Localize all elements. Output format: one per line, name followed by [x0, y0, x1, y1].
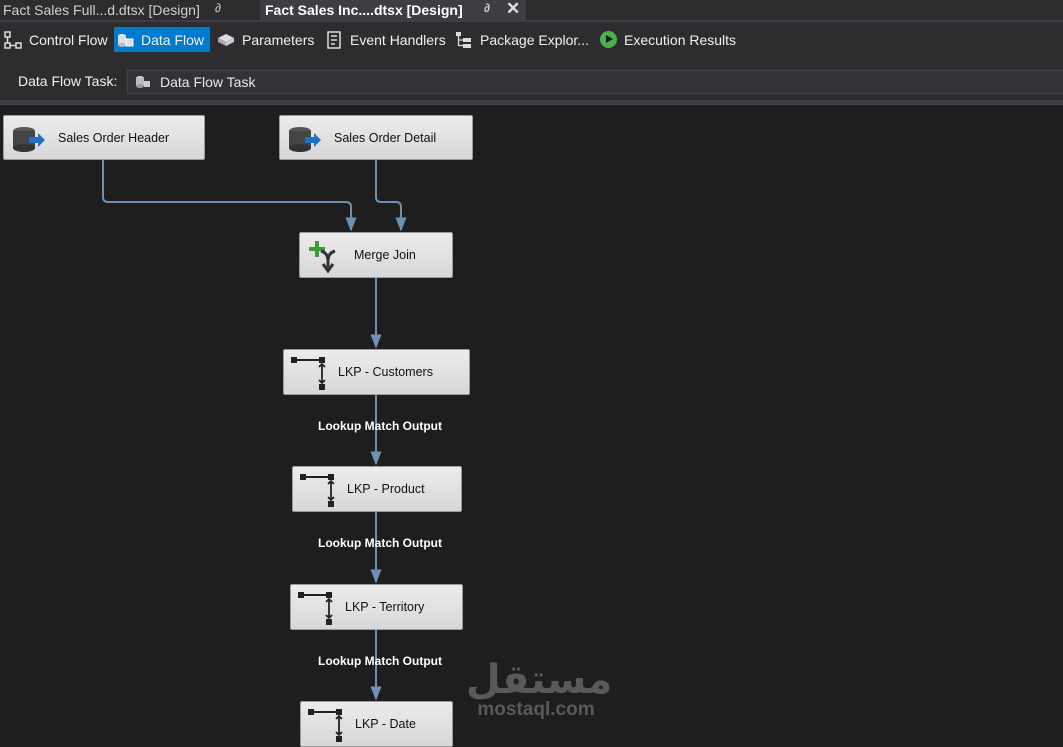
merge-join-icon: [309, 241, 336, 273]
data-flow-task-icon: [134, 74, 152, 90]
tab-control-flow[interactable]: Control Flow: [2, 27, 114, 52]
watermark-latin: mostaql.com: [477, 699, 595, 720]
ole-db-source-icon: [289, 127, 321, 152]
path-connectors: [102, 160, 407, 701]
parameters-icon: [215, 30, 237, 50]
tab-label: Execution Results: [624, 31, 737, 48]
event-handlers-icon: [323, 30, 345, 50]
pin-icon[interactable]: ∂: [215, 1, 221, 15]
lookup-icon: [300, 474, 335, 507]
tab-label: Control Flow: [29, 31, 108, 48]
document-tab-fact-sales-full[interactable]: Fact Sales Full...d.dtsx [Design] ∂: [0, 0, 258, 20]
component-label: Merge Join: [354, 248, 416, 262]
watermark: مستقل mostaql.com: [466, 657, 613, 720]
lookup-icon: [298, 592, 333, 625]
watermark-arabic: مستقل: [466, 657, 613, 703]
component-lkp-customers[interactable]: LKP - Customers: [283, 349, 470, 395]
component-sales-order-detail[interactable]: Sales Order Detail: [279, 115, 473, 160]
tab-execution-results[interactable]: Execution Results: [597, 27, 742, 52]
component-sales-order-header[interactable]: Sales Order Header: [3, 115, 205, 160]
tab-label: Parameters: [242, 31, 315, 48]
lookup-icon: [308, 709, 343, 742]
component-label: LKP - Customers: [338, 365, 433, 379]
lookup-icon: [291, 357, 326, 390]
component-label: LKP - Date: [355, 717, 416, 731]
ole-db-source-icon: [13, 127, 45, 152]
document-tab-fact-sales-inc[interactable]: Fact Sales Inc....dtsx [Design] ∂ ✕: [260, 0, 526, 20]
component-label: Sales Order Detail: [334, 131, 437, 145]
component-lkp-date[interactable]: LKP - Date: [300, 701, 453, 747]
tab-label: Data Flow: [141, 31, 205, 48]
document-tab-title: Fact Sales Full...d.dtsx [Design]: [3, 2, 200, 18]
data-flow-task-label: Data Flow Task:: [18, 73, 118, 89]
path-detail-to-merge: [375, 160, 407, 232]
package-explorer-icon: [453, 30, 475, 50]
pin-icon[interactable]: ∂: [484, 1, 490, 15]
data-flow-task-dropdown[interactable]: Data Flow Task: [127, 70, 1063, 94]
component-label: LKP - Product: [347, 482, 425, 496]
tab-data-flow[interactable]: Data Flow: [114, 27, 211, 52]
tab-parameters[interactable]: Parameters: [215, 27, 320, 52]
component-label: LKP - Territory: [345, 600, 425, 614]
data-flow-task-value: Data Flow Task: [160, 74, 256, 90]
data-flow-task-bar: Data Flow Task: Data Flow Task: [0, 58, 1063, 102]
component-lkp-territory[interactable]: LKP - Territory: [290, 584, 463, 630]
tab-label: Package Explor...: [480, 31, 589, 48]
path-label-lookup-match-output[interactable]: Lookup Match Output: [318, 419, 442, 433]
component-label: Sales Order Header: [58, 131, 170, 145]
data-flow-icon: [114, 30, 136, 50]
path-header-to-merge: [102, 160, 357, 232]
control-flow-icon: [2, 30, 24, 50]
document-tab-title: Fact Sales Inc....dtsx [Design]: [265, 2, 463, 18]
data-flow-canvas[interactable]: Sales Order Header Sales Order Detail Me…: [0, 105, 1063, 747]
close-icon[interactable]: ✕: [506, 0, 520, 19]
designer-tab-toolbar: Control Flow Data Flow Parameters Event …: [0, 22, 1063, 58]
component-lkp-product[interactable]: LKP - Product: [292, 466, 462, 512]
path-label-lookup-match-output[interactable]: Lookup Match Output: [318, 536, 442, 550]
document-tab-bar: Fact Sales Full...d.dtsx [Design] ∂ Fact…: [0, 0, 1063, 20]
component-merge-join[interactable]: Merge Join: [299, 232, 453, 278]
execution-results-icon: [597, 30, 619, 50]
tab-event-handlers[interactable]: Event Handlers: [323, 27, 452, 52]
tab-package-explorer[interactable]: Package Explor...: [453, 27, 595, 52]
tab-label: Event Handlers: [350, 31, 446, 48]
path-label-lookup-match-output[interactable]: Lookup Match Output: [318, 654, 442, 668]
